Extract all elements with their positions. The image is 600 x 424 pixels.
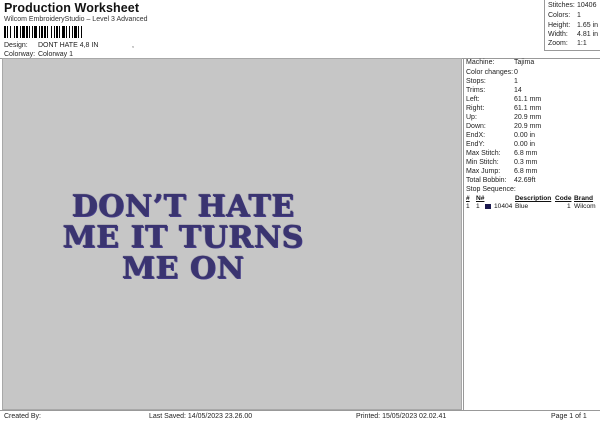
detail-label: Down: [466, 123, 486, 130]
summary-width: Width: 4.81 in [548, 31, 598, 38]
colorway-row: Colorway: Colorway 1 [4, 51, 73, 58]
col-n: N# [476, 195, 485, 202]
detail-value: 61.1 mm [514, 96, 542, 103]
created-by: Created By: [4, 413, 41, 420]
worksheet-page: Production Worksheet Wilcom EmbroiderySt… [0, 0, 600, 424]
detail-value: 20.9 mm [514, 114, 542, 121]
summary-zoom: Zoom: 1:1 [548, 40, 587, 47]
detail-label: Up: [466, 114, 477, 121]
detail-row: Left: 61.1 mm [466, 96, 541, 103]
detail-value: 0.00 in [514, 132, 536, 139]
summary-value: 1.65 in [577, 22, 599, 29]
divider [544, 50, 600, 51]
detail-row: Up: 20.9 mm [466, 114, 541, 121]
summary-label: Height: [548, 22, 571, 29]
summary-height: Height: 1.65 in [548, 22, 598, 29]
summary-value: 10406 [577, 2, 597, 9]
col-brand: Brand [574, 195, 594, 202]
design-row: Design: DONT HATE 4,8 IN [4, 42, 98, 49]
detail-row: Down: 20.9 mm [466, 123, 541, 130]
detail-value: 20.9 mm [514, 123, 542, 130]
detail-value: 14 [514, 87, 522, 94]
design-line: ME ON [121, 251, 245, 286]
row-description: Blue [515, 203, 529, 210]
design-line: DON’T HATE [71, 189, 295, 224]
row-brand: Wilcom [574, 203, 596, 210]
detail-row: Stops: 1 [466, 78, 518, 85]
detail-label: Max Jump: [466, 168, 501, 175]
design-value: DONT HATE 4,8 IN [37, 42, 99, 49]
col-num: # [466, 195, 470, 202]
detail-row: Trims: 14 [466, 87, 522, 94]
worksheet-footer: Created By: Last Saved: 14/05/2023 23.26… [0, 410, 600, 424]
stop-sequence-label: Stop Sequence: [466, 186, 516, 193]
summary-label: Width: [548, 31, 568, 38]
summary-value: 1 [577, 12, 581, 19]
page-number: Page 1 of 1 [551, 413, 587, 420]
detail-row: Color changes:0 [466, 69, 518, 76]
colorway-value: Colorway 1 [37, 51, 73, 58]
printed-date: Printed: 15/05/2023 02.02.41 [356, 413, 447, 420]
barcode [4, 26, 132, 38]
detail-value: 0.00 in [514, 141, 536, 148]
detail-label: Trims: [466, 87, 486, 94]
detail-row: Max Stitch: 6.8 mm [466, 150, 537, 157]
detail-value: 42.69ft [514, 177, 536, 184]
detail-label: Right: [466, 105, 485, 112]
design-preview: DON’T HATE ME IT TURNS ME ON [2, 58, 462, 410]
detail-row: Max Jump: 6.8 mm [466, 168, 537, 175]
detail-value: 1 [514, 78, 518, 85]
col-code: Code [555, 195, 572, 202]
summary-box: Stitches: 10406 Colors: 1 Height: 1.65 in W… [544, 0, 600, 50]
design-line: ME IT TURNS [62, 220, 304, 255]
thread-swatch [485, 204, 491, 209]
summary-colors: Colors: 1 [548, 12, 581, 19]
detail-value: Tajima [514, 59, 535, 66]
detail-row: Min Stitch: 0.3 mm [466, 159, 537, 166]
summary-label: Zoom: [548, 40, 568, 47]
row-n: 1 [476, 203, 480, 210]
detail-row: Machine: Tajima [466, 59, 534, 66]
detail-label: Color changes: [466, 69, 514, 76]
detail-value: 6.8 mm [514, 168, 538, 175]
detail-label: Min Stitch: [466, 159, 499, 166]
last-saved: Last Saved: 14/05/2023 23.26.00 [149, 413, 253, 420]
detail-label: Left: [466, 96, 480, 103]
software-name: Wilcom EmbroideryStudio – Level 3 Advanc… [4, 16, 148, 23]
page-title: Production Worksheet [4, 1, 140, 15]
summary-label: Stitches: [548, 2, 575, 9]
detail-label: Total Bobbin: [466, 177, 507, 184]
embroidery-design: DON’T HATE ME IT TURNS ME ON [3, 191, 363, 284]
detail-label: Max Stitch: [466, 150, 501, 157]
detail-label: Stops: [466, 78, 486, 85]
detail-value: 6.8 mm [514, 150, 538, 157]
row-stitches: 10404 [494, 203, 513, 210]
summary-stitches: Stitches: 10406 [548, 2, 596, 9]
detail-label: EndX: [466, 132, 486, 139]
row-num: 1 [466, 203, 470, 210]
detail-label: EndY: [466, 141, 485, 148]
detail-row: Total Bobbin: 42.69ft [466, 177, 535, 184]
detail-row: EndY: 0.00 in [466, 141, 535, 148]
summary-value: 4.81 in [577, 31, 599, 38]
detail-row: Right: 61.1 mm [466, 105, 541, 112]
detail-value: 61.1 mm [514, 105, 542, 112]
detail-value: 0 [514, 69, 518, 76]
detail-row: EndX: 0.00 in [466, 132, 535, 139]
row-code: 1 [567, 203, 571, 210]
barcode-suffix: , [132, 42, 134, 49]
worksheet-header: Production Worksheet Wilcom EmbroiderySt… [0, 0, 544, 58]
detail-value: 0.3 mm [514, 159, 538, 166]
summary-value: 1:1 [577, 40, 587, 47]
colorway-label: Colorway: [4, 51, 36, 58]
divider [463, 58, 464, 410]
design-label: Design: [4, 42, 28, 49]
summary-label: Colors: [548, 12, 571, 19]
detail-label: Machine: [466, 59, 495, 66]
col-description: Description [515, 195, 552, 202]
